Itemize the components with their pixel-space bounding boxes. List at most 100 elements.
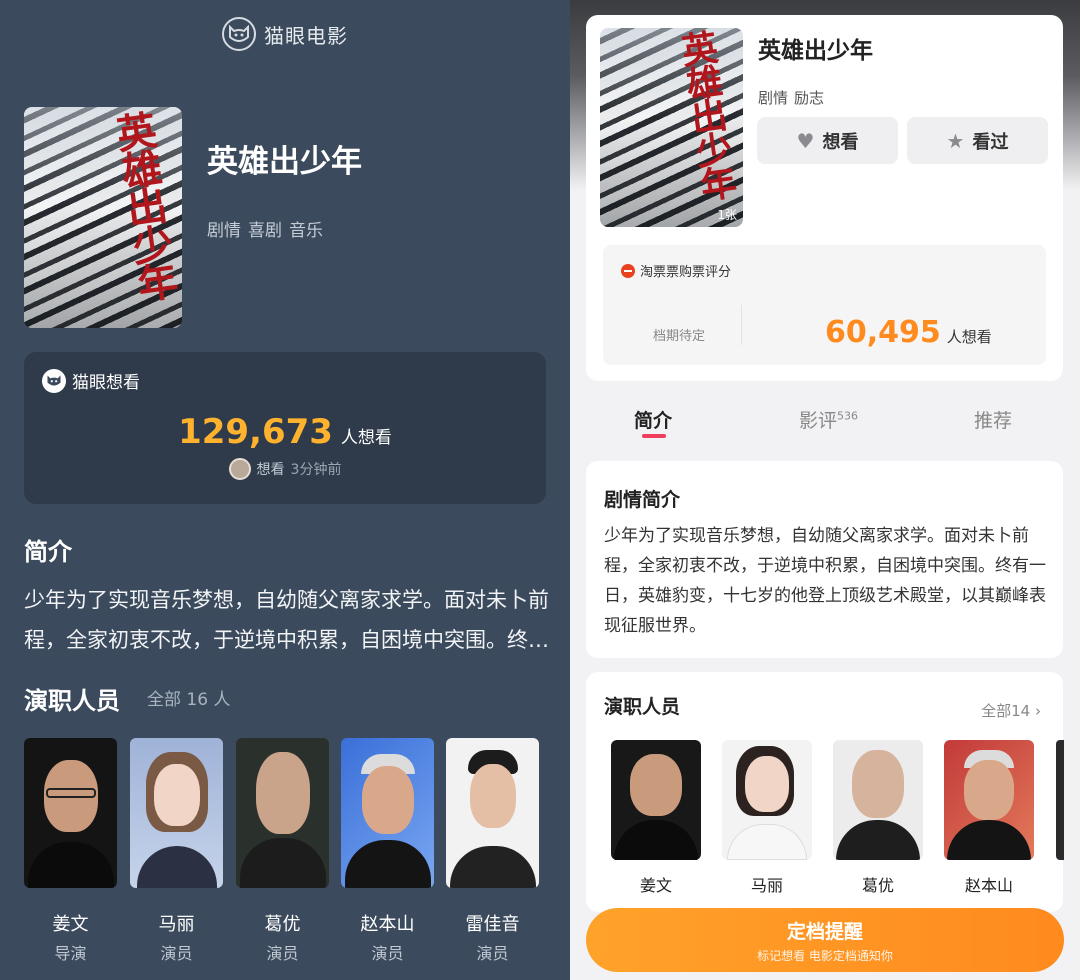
rating-label: 淘票票购票评分 — [621, 261, 731, 280]
movie-poster[interactable]: 英雄出少年 1张 — [600, 28, 743, 227]
movie-info-card: 英雄出少年 1张 英雄出少年 剧情 励志 ♥ 想看 ★ 看过 淘票票购票评分 档… — [586, 15, 1063, 381]
cat-logo-icon — [42, 368, 66, 393]
want-unit: 人想看 — [946, 328, 992, 346]
recent-action: 想看 — [256, 462, 285, 478]
review-count-badge: 536 — [837, 409, 859, 423]
want-card-label: 猫眼想看 — [42, 368, 140, 393]
cast-all-link[interactable]: 全部14 › — [981, 700, 1041, 721]
cast-card[interactable]: 马丽 演员 — [130, 738, 223, 964]
plot-text: 少年为了实现音乐梦想，自幼随父离家求学。面对未卜前程，全家初衷不改，于逆境中积累… — [604, 526, 1046, 636]
tab-reviews[interactable]: 影评536 — [799, 406, 858, 433]
cast-heading: 演职人员 — [604, 696, 681, 718]
release-reminder-button[interactable]: 定档提醒 标记想看 电影定档通知你 — [586, 908, 1064, 972]
cast-role: 演员 — [476, 944, 509, 963]
want-count: 60,495 — [825, 315, 941, 350]
rating-label-text: 淘票票购票评分 — [640, 265, 732, 280]
want-count: 129,673 — [178, 412, 333, 452]
plot-heading: 剧情简介 — [604, 489, 681, 511]
poster-title-art: 英雄出少年 — [673, 28, 739, 203]
brand-header: 猫眼电影 — [0, 17, 570, 51]
taopiaopiao-icon — [621, 263, 635, 278]
cast-name: 姜文 — [639, 876, 672, 895]
right-screen: 英雄出少年 1张 英雄出少年 剧情 励志 ♥ 想看 ★ 看过 淘票票购票评分 档… — [570, 0, 1080, 980]
cta-subtitle: 标记想看 电影定档通知你 — [757, 948, 893, 963]
cta-label: 定档提醒 — [786, 920, 863, 943]
cast-card[interactable]: 葛优 — [833, 740, 923, 896]
intro-text[interactable]: 少年为了实现音乐梦想，自幼随父离家求学。面对未卜前程，全家初衷不改，于逆境中积累… — [24, 580, 549, 660]
genre-tag: 剧情 — [207, 221, 241, 241]
movie-title: 英雄出少年 — [758, 38, 873, 64]
genre-tag: 音乐 — [289, 221, 323, 241]
cast-card[interactable]: 雷佳音 演员 — [446, 738, 539, 964]
cast-photo — [944, 740, 1034, 860]
cast-photo — [833, 740, 923, 860]
left-screen: 猫眼电影 英雄出少年 英雄出少年 剧情 喜剧 音乐 猫眼想看 129,673 人… — [0, 0, 570, 980]
recent-activity: 想看 3分钟前 — [24, 458, 546, 480]
cast-name: 赵本山 — [360, 914, 415, 935]
seen-button[interactable]: ★ 看过 — [907, 117, 1048, 164]
poster-title-art: 英雄出少年 — [107, 108, 180, 304]
want-button-label: 想看 — [822, 131, 859, 153]
cast-card[interactable]: 姜文 — [611, 740, 701, 896]
seen-button-label: 看过 — [972, 131, 1009, 153]
star-icon: ★ — [946, 128, 965, 153]
cast-name: 马丽 — [750, 876, 783, 895]
cast-photo — [236, 738, 329, 888]
cast-heading: 演职人员 — [24, 687, 120, 715]
cast-photo — [722, 740, 812, 860]
cast-card[interactable]: 葛优 演员 — [236, 738, 329, 964]
cast-card[interactable]: 马丽 — [722, 740, 812, 896]
movie-poster[interactable]: 英雄出少年 — [24, 107, 182, 328]
genre-tag: 励志 — [794, 89, 825, 107]
rating-box: 淘票票购票评分 档期待定 60,495 人想看 — [603, 245, 1046, 365]
want-unit: 人想看 — [340, 428, 392, 448]
want-count-row: 60,495 人想看 — [825, 315, 992, 350]
cast-name: 姜文 — [52, 914, 89, 935]
plot-card: 剧情简介 少年为了实现音乐梦想，自幼随父离家求学。面对未卜前程，全家初衷不改，于… — [586, 461, 1063, 658]
want-label-text: 猫眼想看 — [72, 373, 140, 393]
cast-name: 马丽 — [158, 914, 195, 935]
intro-heading: 简介 — [24, 538, 72, 566]
cast-card[interactable]: 赵本山 — [944, 740, 1034, 896]
cast-role: 演员 — [371, 944, 404, 963]
tab-active-indicator — [642, 434, 666, 438]
tab-bar: 简介 影评536 推荐 — [570, 400, 1080, 450]
divider — [741, 305, 742, 345]
cast-name: 赵本山 — [964, 876, 1013, 895]
cast-photo — [611, 740, 701, 860]
tab-label: 推荐 — [974, 410, 1013, 432]
genre-list: 剧情 励志 — [758, 87, 824, 108]
cast-photo — [341, 738, 434, 888]
poster-count: 1张 — [717, 208, 737, 222]
want-count-row: 129,673 人想看 — [24, 412, 546, 452]
cast-role: 演员 — [160, 944, 193, 963]
cast-all-link[interactable]: 全部 16 人 — [147, 685, 230, 710]
heart-icon: ♥ — [796, 128, 815, 153]
movie-title: 英雄出少年 — [207, 144, 362, 180]
recent-time: 3分钟前 — [290, 462, 342, 478]
cast-role: 演员 — [266, 944, 299, 963]
cast-name: 葛优 — [264, 914, 301, 935]
cast-name: 葛优 — [861, 876, 894, 895]
tab-label: 简介 — [634, 410, 673, 432]
cast-name: 雷佳音 — [465, 914, 520, 935]
cast-role: 导演 — [54, 944, 87, 963]
release-status: 档期待定 — [653, 329, 706, 344]
brand-name: 猫眼电影 — [264, 23, 348, 48]
avatar — [228, 458, 251, 480]
cast-overflow-peek — [1056, 740, 1064, 860]
cast-photo — [24, 738, 117, 888]
genre-tag: 剧情 — [758, 89, 789, 107]
tab-recommend[interactable]: 推荐 — [974, 406, 1012, 433]
genre-tag: 喜剧 — [248, 221, 282, 241]
cast-card[interactable]: 赵本山 演员 — [341, 738, 434, 964]
cast-card[interactable]: 姜文 导演 — [24, 738, 117, 964]
want-button[interactable]: ♥ 想看 — [757, 117, 898, 164]
cast-photo — [130, 738, 223, 888]
cast-photo — [446, 738, 539, 888]
genre-list: 剧情 喜剧 音乐 — [207, 216, 323, 241]
cat-logo-icon — [222, 17, 256, 51]
want-card: 猫眼想看 129,673 人想看 想看 3分钟前 — [24, 352, 546, 504]
tab-intro[interactable]: 简介 — [634, 406, 672, 433]
tab-label: 影评 — [799, 410, 838, 432]
